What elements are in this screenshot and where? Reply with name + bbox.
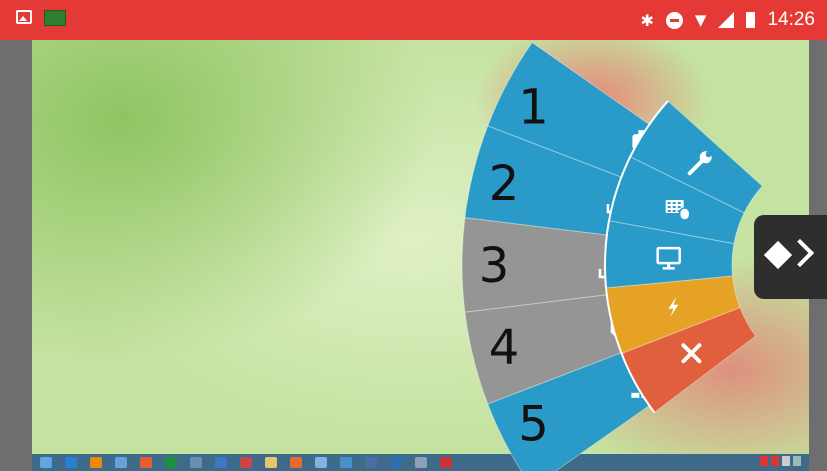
radial-item-number: 3: [479, 238, 510, 294]
edge-handle[interactable]: [754, 215, 827, 299]
radial-menu: 1 2 3 4 5: [461, 41, 764, 471]
radial-item-number: 1: [518, 79, 549, 135]
radial-item-number: 4: [489, 320, 520, 376]
radial-item-number: 2: [489, 156, 520, 212]
radial-item-number: 5: [518, 397, 549, 453]
handle-chevron-icon: [785, 238, 815, 268]
